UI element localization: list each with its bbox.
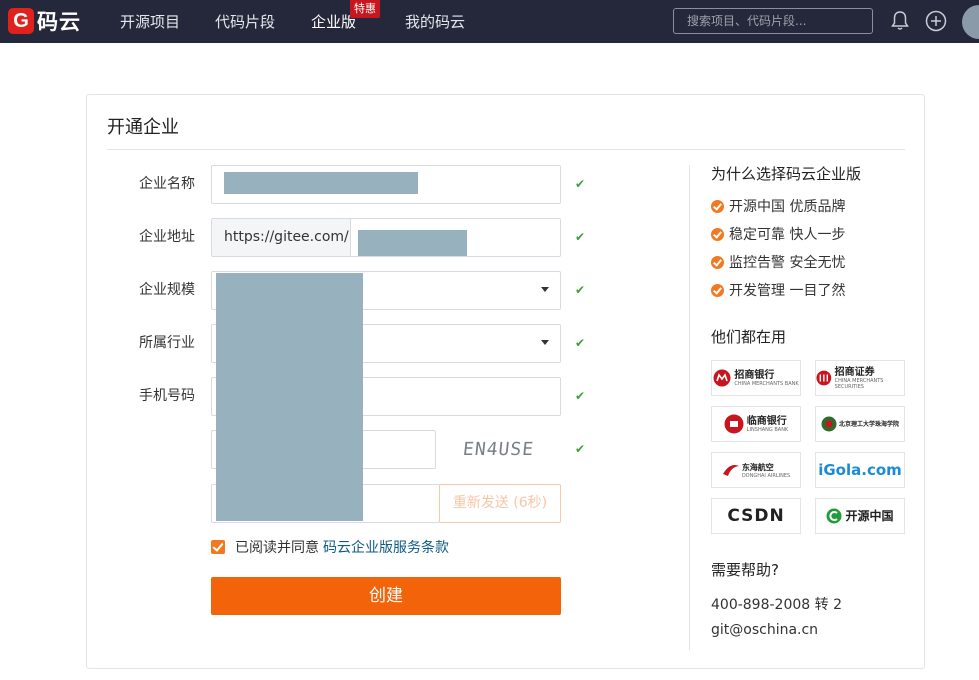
resend-code-button[interactable]: 重新发送 (6秒) [439,484,561,523]
oschina-logo-icon [826,508,842,524]
logo-sub: DONGHAI AIRLINES [741,472,791,479]
reason-label: 稳定可靠 快人一步 [729,227,846,243]
check-circle-icon [711,199,724,213]
reason-item: 开发管理 一目了然 [711,280,845,300]
valid-check-icon: ✔ [575,283,586,297]
promo-badge: 特惠 [350,0,380,18]
valid-check-icon: ✔ [575,389,586,403]
create-button[interactable]: 创建 [211,577,561,615]
linshang-logo-icon [724,414,744,434]
logo-name: 临商银行 [746,415,787,427]
support-phone: 400-898-2008 转 2 [711,597,842,613]
logo-name: 招商银行 [734,369,775,381]
add-icon[interactable] [925,10,947,32]
redacted-value [224,172,418,194]
logo-cms: 招商证券 CHINA MERCHANTS SECURITIES [815,360,905,396]
page-title: 开通企业 [107,117,179,138]
logo-name: 北京理工大学珠海学院 [838,420,899,428]
logo-bitzh: 北京理工大学珠海学院 [815,406,905,442]
support-email[interactable]: git@oschina.cn [711,622,818,638]
reason-label: 开源中国 优质品牌 [729,199,846,215]
logo-name: 开源中国 [845,509,894,523]
logo-igola: iGola.com [815,452,905,488]
url-prefix: https://gitee.com/ [212,219,351,256]
captcha-image[interactable]: EN4USE [462,439,535,460]
valid-check-icon: ✔ [575,442,586,456]
check-circle-icon [711,255,724,269]
valid-check-icon: ✔ [575,230,586,244]
nav-snippets[interactable]: 代码片段 [215,11,275,32]
label-industry: 所属行业 [139,335,195,351]
title-divider [107,149,905,150]
search-input[interactable]: 搜索项目、代码片段... [673,8,873,34]
label-phone: 手机号码 [139,388,195,404]
cms-logo-icon [816,370,832,386]
agreement-row: 已阅读并同意 码云企业版服务条款 [211,537,449,557]
logo-sub: LINSHANG BANK [746,426,789,433]
logo-csdn: CSDN [711,498,801,534]
valid-check-icon: ✔ [575,336,586,350]
bell-icon[interactable] [890,10,910,32]
logo-donghai: 东海航空 DONGHAI AIRLINES [711,452,801,488]
logo-sub: CHINA MERCHANTS BANK [734,380,799,387]
reason-label: 监控告警 安全无忧 [729,255,846,271]
logo-oschina: 开源中国 [815,498,905,534]
enterprise-address-field[interactable]: https://gitee.com/ [211,218,561,257]
label-enterprise-address: 企业地址 [139,229,195,245]
nav-open-source[interactable]: 开源项目 [120,11,180,32]
enterprise-name-input[interactable] [211,165,561,204]
label-enterprise-size: 企业规模 [139,282,195,298]
reason-item: 开源中国 优质品牌 [711,196,845,216]
terms-link[interactable]: 码云企业版服务条款 [323,537,449,557]
logo-name: CSDN [727,506,785,526]
agree-text: 已阅读并同意 [235,540,319,556]
logo-cmb: 招商银行 CHINA MERCHANTS BANK [711,360,801,396]
create-enterprise-card: 开通企业 企业名称 企业地址 企业规模 所属行业 手机号码 https://gi… [86,94,925,669]
bitzh-logo-icon [821,416,837,432]
donghai-logo-icon [722,465,739,476]
logo-sub: CHINA MERCHANTS SECURITIES [834,377,884,390]
logo-name: 招商证券 [834,366,875,378]
logo-name: iGola.com [818,461,902,479]
logo-name: 东海航空 [741,462,774,472]
check-circle-icon [711,283,724,297]
nav-my-gitee[interactable]: 我的码云 [405,11,465,32]
label-enterprise-name: 企业名称 [139,176,195,192]
redacted-value [358,230,467,256]
cmb-logo-icon [713,369,731,387]
logo-mark-icon: G [8,8,34,34]
reason-item: 监控告警 安全无忧 [711,252,845,272]
help-title: 需要帮助? [711,561,779,579]
users-title: 他们都在用 [711,328,787,346]
avatar[interactable] [962,5,979,39]
why-title: 为什么选择码云企业版 [711,165,862,183]
chevron-down-icon [541,340,549,345]
reason-item: 稳定可靠 快人一步 [711,224,845,244]
agree-checkbox[interactable] [211,540,225,554]
logo-linshang: 临商银行 LINSHANG BANK [711,406,801,442]
redacted-block [216,273,363,521]
chevron-down-icon [541,287,549,292]
sidebar-divider [689,165,690,650]
top-nav: G 码云 开源项目 代码片段 企业版 特惠 我的码云 搜索项目、代码片段... [0,0,979,43]
logo-text: 码云 [37,10,81,34]
valid-check-icon: ✔ [575,177,586,191]
logo[interactable]: G 码云 [8,7,81,35]
reason-label: 开发管理 一目了然 [729,283,846,299]
check-circle-icon [711,227,724,241]
